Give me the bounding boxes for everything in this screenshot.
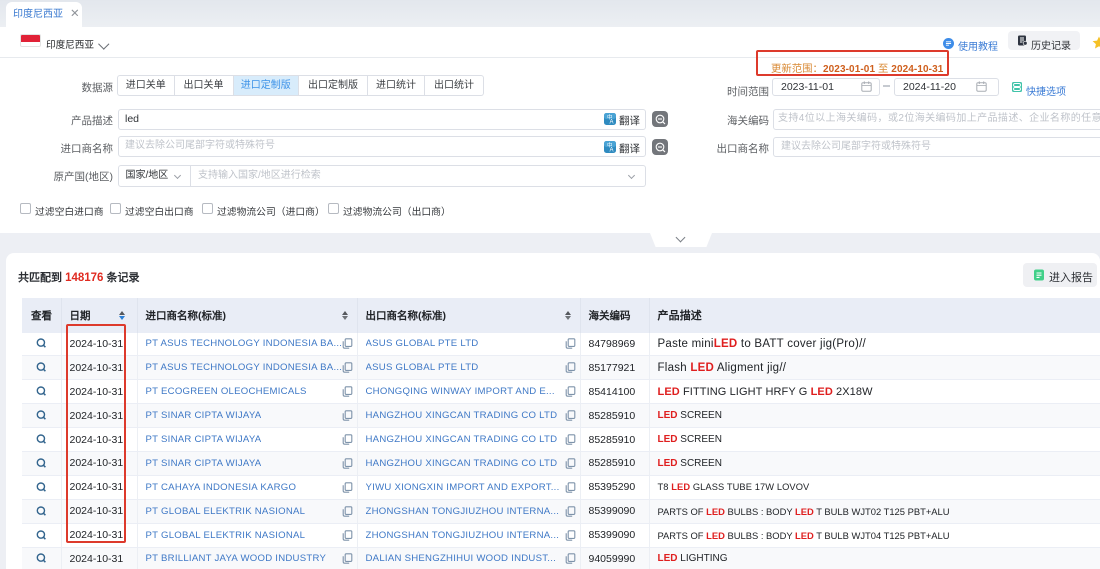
svg-text:A: A <box>610 120 614 126</box>
svg-text:A: A <box>610 148 614 154</box>
